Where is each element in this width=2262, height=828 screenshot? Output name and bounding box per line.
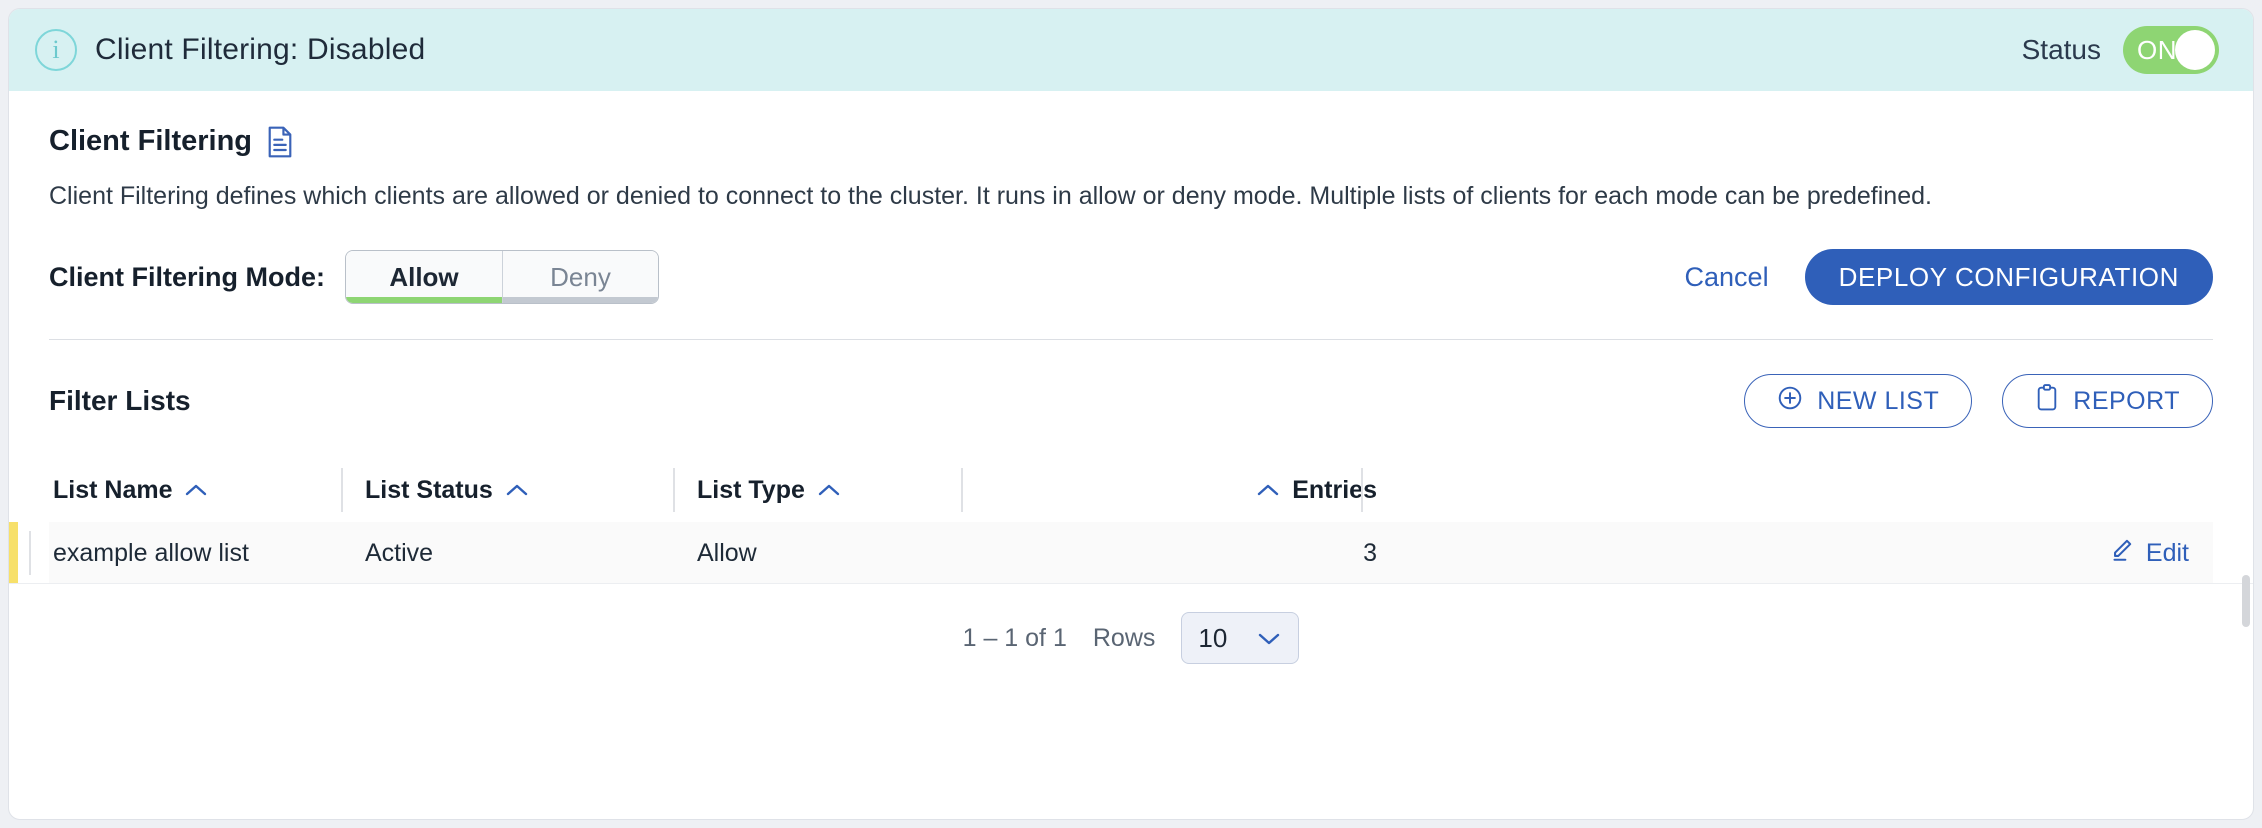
pencil-icon <box>2108 537 2134 570</box>
column-header-list-status[interactable]: List Status <box>341 468 693 512</box>
deploy-configuration-button[interactable]: DEPLOY CONFIGURATION <box>1804 249 2213 305</box>
mode-label: Client Filtering Mode: <box>49 261 325 292</box>
cell-actions: Edit <box>1381 537 2213 570</box>
report-label: REPORT <box>2073 386 2180 415</box>
cell-list-name: example allow list <box>53 538 249 567</box>
cell-list-status: Active <box>361 539 693 568</box>
mode-option-allow[interactable]: Allow <box>346 251 502 303</box>
edit-button[interactable]: Edit <box>2108 537 2189 570</box>
column-label: List Status <box>365 475 493 504</box>
clipboard-icon <box>2035 384 2059 418</box>
report-button[interactable]: REPORT <box>2002 374 2213 428</box>
status-banner: i Client Filtering: Disabled Status ON <box>9 9 2253 91</box>
plus-circle-icon <box>1777 385 1803 418</box>
filter-lists-actions: NEW LIST REPORT <box>1744 374 2213 428</box>
chevron-down-icon <box>1256 623 1282 654</box>
status-label: Status <box>2021 34 2101 65</box>
new-list-label: NEW LIST <box>1817 386 1940 415</box>
edit-label: Edit <box>2145 538 2189 567</box>
mode-actions: Cancel DEPLOY CONFIGURATION <box>1675 249 2213 305</box>
chevron-up-icon[interactable] <box>184 476 208 505</box>
filter-lists-table: List Name List Status List Type Entries … <box>9 458 2253 584</box>
info-circle-icon: i <box>35 29 77 71</box>
pagination: 1 – 1 of 1 Rows 10 <box>49 584 2213 664</box>
chevron-up-icon[interactable] <box>505 476 529 505</box>
mode-option-deny[interactable]: Deny <box>502 251 658 303</box>
card-body: Client Filtering Client Filtering define… <box>9 91 2253 664</box>
rows-per-page-select[interactable]: 10 <box>1181 612 1300 664</box>
cell-entries: 3 <box>981 539 1381 568</box>
status-toggle-value: ON <box>2137 34 2177 65</box>
vertical-scrollbar[interactable] <box>2240 9 2250 819</box>
column-header-list-name[interactable]: List Name <box>49 476 361 505</box>
table-row[interactable]: example allow list Active Allow 3 Edit <box>9 522 2253 584</box>
chevron-up-icon[interactable] <box>817 476 841 505</box>
banner-status-group: Status ON <box>2022 26 2219 74</box>
document-icon[interactable] <box>266 126 294 158</box>
column-header-entries[interactable]: Entries <box>961 468 1381 512</box>
column-label: List Name <box>53 475 173 504</box>
cell-list-type: Allow <box>693 539 981 568</box>
section-description: Client Filtering defines which clients a… <box>49 182 1932 210</box>
cancel-button[interactable]: Cancel <box>1675 256 1779 299</box>
client-filtering-card: i Client Filtering: Disabled Status ON C… <box>8 8 2254 820</box>
mode-row: Client Filtering Mode: Allow Deny Cancel… <box>49 245 2213 309</box>
page-title: Client Filtering <box>49 125 252 157</box>
status-toggle-knob <box>2175 30 2215 70</box>
banner-title: Client Filtering: Disabled <box>95 33 426 66</box>
mode-segmented-control[interactable]: Allow Deny <box>345 250 659 304</box>
status-toggle[interactable]: ON <box>2123 26 2219 74</box>
column-label: Entries <box>1292 475 1377 504</box>
scrollbar-thumb[interactable] <box>2242 575 2250 627</box>
filter-lists-title: Filter Lists <box>49 385 191 416</box>
section-header: Client Filtering <box>49 125 2213 158</box>
rows-per-page-label: Rows <box>1092 623 1156 652</box>
rows-per-page-value: 10 <box>1198 622 1228 653</box>
column-label: List Type <box>697 475 805 504</box>
chevron-up-icon[interactable] <box>1256 476 1280 505</box>
new-list-button[interactable]: NEW LIST <box>1744 374 1973 428</box>
pagination-range: 1 – 1 of 1 <box>962 623 1067 652</box>
column-header-list-type[interactable]: List Type <box>673 468 981 512</box>
table-header-row: List Name List Status List Type Entries <box>49 458 2213 522</box>
filter-lists-header: Filter Lists NEW LIST REPORT <box>49 340 2213 458</box>
